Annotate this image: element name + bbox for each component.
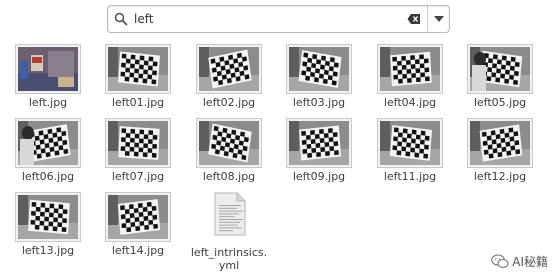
thumbnail-image xyxy=(289,47,349,91)
thumbnail-image xyxy=(18,47,78,91)
watermark-text: AI秘籍 xyxy=(512,255,548,269)
file-name: left14.jpg xyxy=(111,244,165,257)
thumbnail-image xyxy=(18,195,78,239)
file-name: left01.jpg xyxy=(111,96,165,109)
thumbnail-image xyxy=(470,47,530,91)
file-name: left_intrinsics. yml xyxy=(190,246,268,272)
file-item[interactable]: left06.jpg xyxy=(8,118,88,192)
thumbnail-image xyxy=(108,121,168,165)
file-name: left05.jpg xyxy=(473,96,527,109)
file-item[interactable]: left01.jpg xyxy=(98,44,178,118)
file-grid: left.jpg left01.jpg left02.jpg left03.jpg le… xyxy=(0,0,554,276)
file-item[interactable]: left13.jpg xyxy=(8,192,88,266)
thumbnail xyxy=(467,44,533,94)
thumbnail-image xyxy=(199,47,259,91)
file-name: left12.jpg xyxy=(473,170,527,183)
thumbnail xyxy=(286,44,352,94)
thumbnail xyxy=(196,118,262,168)
thumbnail-image xyxy=(470,121,530,165)
wechat-icon xyxy=(491,254,509,269)
thumbnail-image xyxy=(108,47,168,91)
thumbnail xyxy=(105,118,171,168)
file-browser: left.jpg left01.jpg left02.jpg left03.jpg le… xyxy=(0,0,554,276)
file-name: left03.jpg xyxy=(292,96,346,109)
thumbnail xyxy=(105,44,171,94)
thumbnail-image xyxy=(380,47,440,91)
file-item[interactable]: left09.jpg xyxy=(279,118,359,192)
file-name: left06.jpg xyxy=(21,170,75,183)
file-name: left.jpg xyxy=(28,96,68,109)
thumbnail xyxy=(15,44,81,94)
thumbnail-image xyxy=(289,121,349,165)
file-item[interactable]: left11.jpg xyxy=(370,118,450,192)
file-item[interactable]: left08.jpg xyxy=(189,118,269,192)
thumbnail xyxy=(286,118,352,168)
file-item[interactable]: left05.jpg xyxy=(460,44,540,118)
thumbnail xyxy=(15,118,81,168)
thumbnail xyxy=(467,118,533,168)
file-name: left09.jpg xyxy=(292,170,346,183)
file-name: left04.jpg xyxy=(383,96,437,109)
file-item[interactable]: left02.jpg xyxy=(189,44,269,118)
file-name: left08.jpg xyxy=(202,170,256,183)
file-icon xyxy=(213,192,247,244)
file-item[interactable]: left07.jpg xyxy=(98,118,178,192)
file-item[interactable]: left03.jpg xyxy=(279,44,359,118)
thumbnail xyxy=(105,192,171,242)
file-item[interactable]: left.jpg xyxy=(8,44,88,118)
watermark: AI秘籍 xyxy=(491,253,548,270)
text-document-icon xyxy=(214,192,246,236)
file-name: left07.jpg xyxy=(111,170,165,183)
file-item[interactable]: left04.jpg xyxy=(370,44,450,118)
file-item[interactable]: left12.jpg xyxy=(460,118,540,192)
file-name: left02.jpg xyxy=(202,96,256,109)
file-name: left13.jpg xyxy=(21,244,75,257)
thumbnail xyxy=(196,44,262,94)
file-item[interactable]: left14.jpg xyxy=(98,192,178,266)
thumbnail-image xyxy=(199,121,259,165)
file-item[interactable]: left_intrinsics. yml xyxy=(189,192,269,272)
thumbnail-image xyxy=(380,121,440,165)
file-name: left11.jpg xyxy=(383,170,437,183)
thumbnail-image xyxy=(18,121,78,165)
thumbnail-image xyxy=(108,195,168,239)
thumbnail xyxy=(15,192,81,242)
thumbnail xyxy=(377,118,443,168)
thumbnail xyxy=(377,44,443,94)
